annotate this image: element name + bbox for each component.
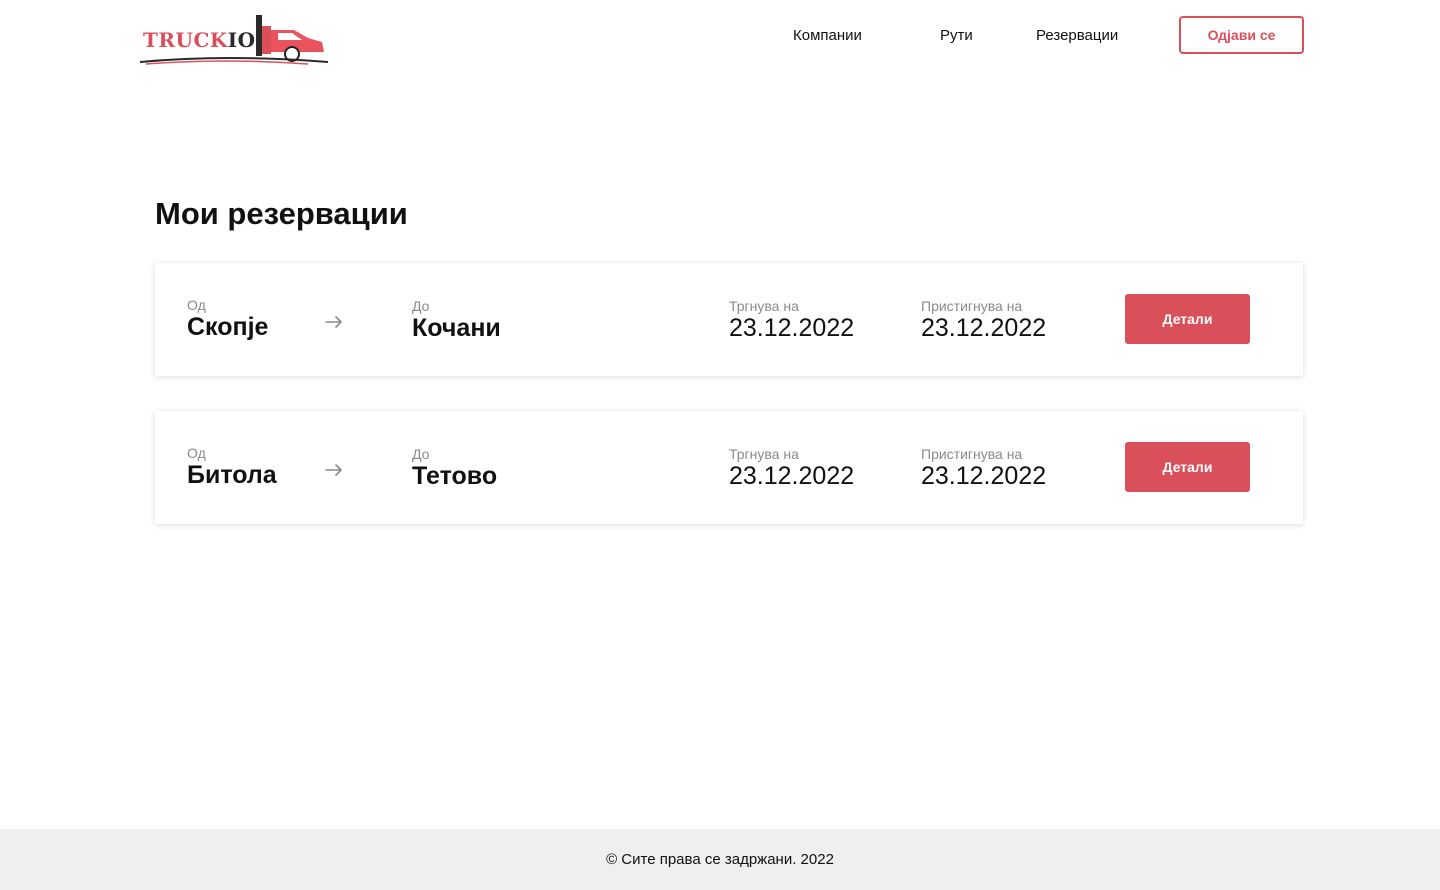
to-label: До <box>412 446 430 462</box>
nav-link-routes[interactable]: Рути <box>940 27 973 44</box>
departure-date: 23.12.2022 <box>729 314 855 342</box>
nav-link-reservations[interactable]: Резервации <box>1036 27 1118 44</box>
departure-label: Тргнува на <box>729 446 799 462</box>
logout-button[interactable]: Одјави се <box>1179 16 1304 54</box>
site-footer: © Сите права се задржани. 2022 <box>0 829 1440 890</box>
arrival-label: Пристигнува на <box>921 298 1023 314</box>
arrow-right-icon <box>325 464 342 476</box>
to-city: Кочани <box>412 314 501 342</box>
details-button[interactable]: Детали <box>1125 294 1250 344</box>
departure-date: 23.12.2022 <box>729 462 855 490</box>
logo-text-truck: TRUCK <box>143 28 228 52</box>
nav-link-companies[interactable]: Компании <box>793 27 862 44</box>
from-label: Од <box>187 445 206 461</box>
arrival-label: Пристигнува на <box>921 446 1023 462</box>
reservation-card: Од Битола До Тетово Тргнува на 23.12.202… <box>155 411 1303 524</box>
arrival-date: 23.12.2022 <box>921 462 1047 490</box>
departure-label: Тргнува на <box>729 298 799 314</box>
from-city: Скопје <box>187 313 269 341</box>
logo-text: TRUCKIO <box>143 28 256 52</box>
to-label: До <box>412 298 430 314</box>
site-header: TRUCKIO Компании Рути Резервации Одјави … <box>0 0 1440 72</box>
logo-text-io: IO <box>227 28 256 52</box>
from-city: Битола <box>187 461 277 489</box>
logo[interactable]: TRUCKIO <box>138 12 330 68</box>
from-label: Од <box>187 297 206 313</box>
page-title: Мои резервации <box>155 196 408 231</box>
to-city: Тетово <box>412 462 498 490</box>
copyright-text: © Сите права се задржани. 2022 <box>606 851 834 868</box>
details-button[interactable]: Детали <box>1125 442 1250 492</box>
arrow-right-icon <box>325 316 342 328</box>
arrival-date: 23.12.2022 <box>921 314 1047 342</box>
reservation-card: Од Скопје До Кочани Тргнува на 23.12.202… <box>155 263 1303 376</box>
